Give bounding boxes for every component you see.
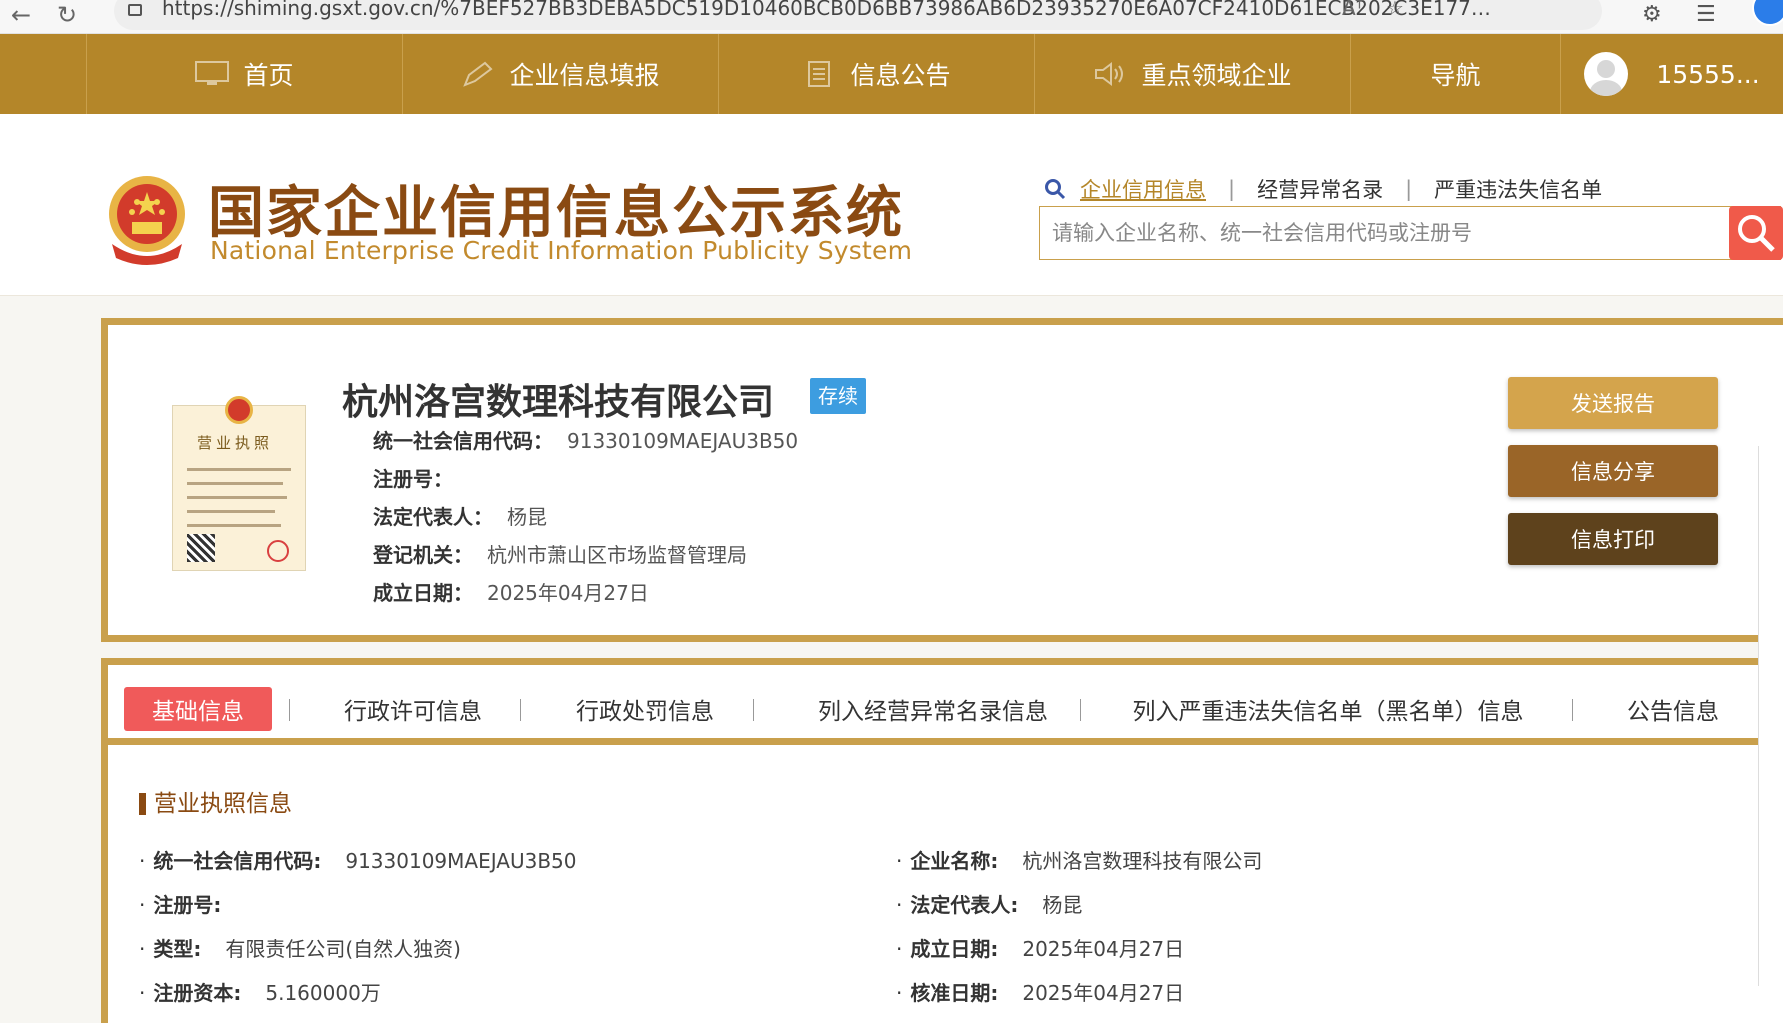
company-name: 杭州洛宫数理科技有限公司 xyxy=(342,382,775,423)
monitor-icon xyxy=(195,61,230,85)
main-nav: 首页 企业信息填报 信息公告 重点领域企业 导航 15555... xyxy=(0,34,1783,114)
tab-announcements[interactable]: 公告信息 xyxy=(1588,687,1758,731)
favorite-star-icon[interactable]: ☆ xyxy=(1386,0,1404,20)
search-icon xyxy=(1738,215,1775,252)
document-icon xyxy=(808,61,831,87)
nav-item-announcement[interactable]: 信息公告 xyxy=(718,34,1034,114)
detail-registration-number: · 注册号: xyxy=(139,893,222,917)
search-tab-blacklist[interactable]: 严重违法失信名单 xyxy=(1434,174,1602,204)
divider: | xyxy=(1228,177,1236,201)
side-panel-edge xyxy=(1758,446,1783,986)
tab-basic-info[interactable]: 基础信息 xyxy=(124,687,272,731)
back-icon[interactable]: ← xyxy=(6,2,36,32)
divider xyxy=(289,699,290,721)
search-input[interactable] xyxy=(1052,217,1732,249)
divider xyxy=(1080,699,1081,721)
search-tab-abnormal-list[interactable]: 经营异常名录 xyxy=(1257,174,1383,204)
nav-user-menu[interactable]: 15555... xyxy=(1560,34,1783,114)
tab-abnormal-list[interactable]: 列入经营异常名录信息 xyxy=(773,687,1093,731)
nav-item-label: 重点领域企业 xyxy=(1141,61,1292,90)
divider xyxy=(753,699,754,721)
detail-establishment-date: · 成立日期: 2025年04月27日 xyxy=(896,937,1185,961)
license-image-title: 营业执照 xyxy=(197,434,274,452)
business-license-image[interactable]: 营业执照 xyxy=(172,396,306,571)
info-registration-number: 注册号： xyxy=(373,467,453,491)
info-legal-representative: 法定代表人： 杨昆 xyxy=(373,505,547,529)
detail-registered-capital: · 注册资本: 5.160000万 xyxy=(139,981,381,1005)
detail-credit-code: · 统一社会信用代码: 91330109MAEJAU3B50 xyxy=(139,849,577,873)
nav-item-enterprise-report[interactable]: 企业信息填报 xyxy=(402,34,718,114)
url-text[interactable]: https://shiming.gsxt.gov.cn/%7BEF527BB3D… xyxy=(162,0,1502,20)
info-registration-authority: 登记机关： 杭州市萧山区市场监督管理局 xyxy=(373,543,747,567)
divider: | xyxy=(1405,177,1413,201)
license-text-line xyxy=(187,468,291,471)
detail-type: · 类型: 有限责任公司(自然人独资) xyxy=(139,937,461,961)
status-badge: 存续 xyxy=(810,378,866,414)
extensions-icon[interactable]: ⚙ xyxy=(1642,2,1662,27)
search-tabs: 企业信用信息 | 经营异常名录 | 严重违法失信名单 xyxy=(1044,174,1602,204)
detail-legal-representative: · 法定代表人: 杨昆 xyxy=(896,893,1083,917)
divider xyxy=(1572,699,1573,721)
license-text-line xyxy=(187,496,287,499)
refresh-icon[interactable]: ↻ xyxy=(52,2,82,32)
tab-admin-license[interactable]: 行政许可信息 xyxy=(308,687,518,731)
info-establishment-date: 成立日期： 2025年04月27日 xyxy=(373,581,649,605)
print-info-button[interactable]: 信息打印 xyxy=(1508,513,1718,565)
speaker-icon xyxy=(1095,62,1124,86)
nav-item-label: 首页 xyxy=(243,61,294,90)
license-text-line xyxy=(187,510,275,513)
nav-item-label: 导航 xyxy=(1430,61,1481,90)
site-info-icon[interactable] xyxy=(128,4,142,16)
detail-company-name: · 企业名称: 杭州洛宫数理科技有限公司 xyxy=(896,849,1263,873)
section-title: 营业执照信息 xyxy=(139,793,292,816)
national-emblem-icon xyxy=(109,176,185,265)
search-box xyxy=(1039,206,1781,260)
search-icon xyxy=(1045,179,1066,200)
company-summary-card: 营业执照 杭州洛宫数理科技有限公司 存续 统一社会信用代码： 91330109MA… xyxy=(101,318,1783,642)
logo-title-en: National Enterprise Credit Information P… xyxy=(210,236,913,265)
user-name: 15555... xyxy=(1656,59,1760,89)
nav-item-label: 信息公告 xyxy=(850,61,951,90)
pen-icon xyxy=(463,61,494,87)
share-info-button[interactable]: 信息分享 xyxy=(1508,445,1718,497)
detail-tabs: 基础信息 行政许可信息 行政处罚信息 列入经营异常名录信息 列入严重违法失信名单… xyxy=(108,665,1783,745)
nav-item-key-sectors[interactable]: 重点领域企业 xyxy=(1034,34,1350,114)
search-tab-credit-info[interactable]: 企业信用信息 xyxy=(1080,174,1206,204)
site-header: 国家企业信用信息公示系统 National Enterprise Credit … xyxy=(0,114,1783,296)
divider xyxy=(520,699,521,721)
license-text-line xyxy=(187,482,283,485)
company-detail-card: 基础信息 行政许可信息 行政处罚信息 列入经营异常名录信息 列入严重违法失信名单… xyxy=(101,658,1783,1023)
send-report-button[interactable]: 发送报告 xyxy=(1508,377,1718,429)
license-text-line xyxy=(187,524,281,527)
qr-code-icon xyxy=(187,534,215,562)
tab-blacklist[interactable]: 列入严重违法失信名单（黑名单）信息 xyxy=(1098,687,1558,731)
search-button[interactable] xyxy=(1729,206,1783,260)
browser-toolbar: ← ↻ https://shiming.gsxt.gov.cn/%7BEF527… xyxy=(0,0,1783,34)
seal-icon xyxy=(267,540,289,562)
user-avatar xyxy=(1584,52,1629,96)
collections-icon[interactable]: ☰ xyxy=(1696,2,1716,27)
nav-item-home[interactable]: 首页 xyxy=(86,34,402,114)
profile-avatar[interactable] xyxy=(1752,0,1783,26)
nav-item-label: 企业信息填报 xyxy=(509,61,660,90)
emblem-icon xyxy=(225,396,253,424)
tab-admin-penalty[interactable]: 行政处罚信息 xyxy=(538,687,752,731)
detail-approval-date: · 核准日期: 2025年04月27日 xyxy=(896,981,1185,1005)
info-credit-code: 统一社会信用代码： 91330109MAEJAU3B50 xyxy=(373,429,799,453)
nav-item-navigation[interactable]: 导航 xyxy=(1350,34,1560,114)
address-bar[interactable]: https://shiming.gsxt.gov.cn/%7BEF527BB3D… xyxy=(114,0,1602,30)
read-aloud-icon[interactable]: Aᵀ xyxy=(1342,0,1363,20)
